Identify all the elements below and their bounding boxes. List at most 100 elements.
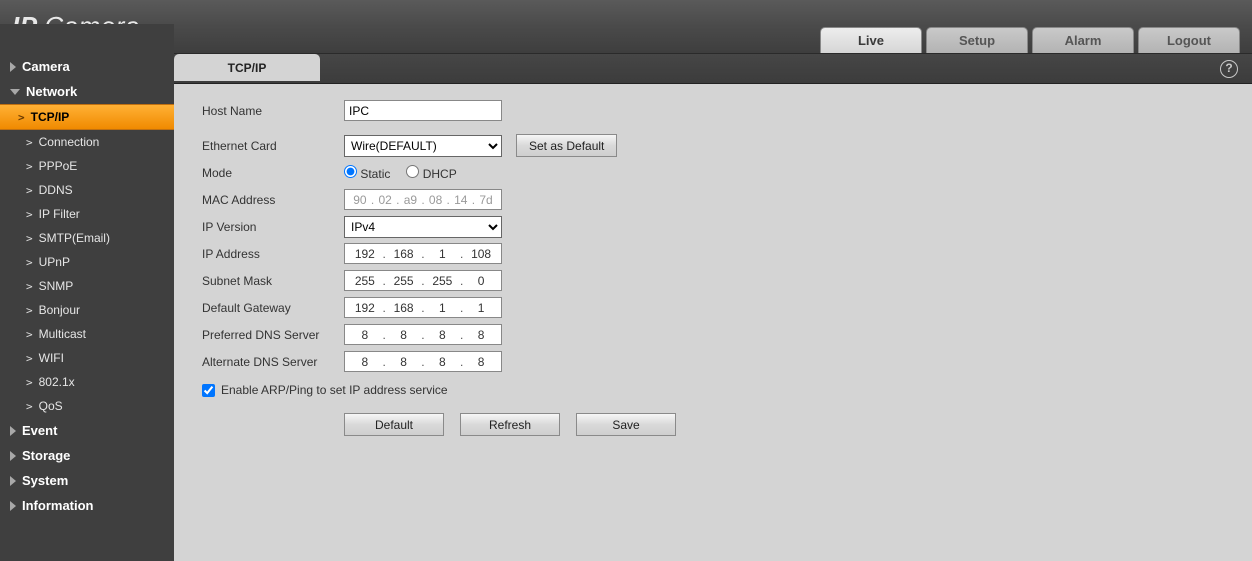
set-default-button[interactable]: Set as Default xyxy=(516,134,617,157)
ip-oct: 8 xyxy=(428,355,456,369)
mac-oct: a9 xyxy=(399,193,421,207)
nav-item-8021x[interactable]: 802.1x xyxy=(0,370,174,394)
label-ip-address: IP Address xyxy=(202,247,344,261)
header-tabs: Live Setup Alarm Logout xyxy=(820,27,1240,53)
nav-network[interactable]: Network xyxy=(0,79,174,104)
ip-oct: 8 xyxy=(467,355,495,369)
label-dns2: Alternate DNS Server xyxy=(202,355,344,369)
mode-dhcp-radio[interactable] xyxy=(406,165,419,178)
tab-alarm[interactable]: Alarm xyxy=(1032,27,1134,53)
ethernet-card-select[interactable]: Wire(DEFAULT) xyxy=(344,135,502,157)
default-button[interactable]: Default xyxy=(344,413,444,436)
gateway-field[interactable]: 192. 168. 1. 1 xyxy=(344,297,502,318)
dot: . xyxy=(383,355,386,369)
main-panel: TCP/IP Host Name Ethernet Card Wire(DEFA… xyxy=(174,84,1252,561)
chevron-right-icon xyxy=(10,426,16,436)
nav-item-label: Bonjour xyxy=(39,303,80,317)
nav-item-label: TCP/IP xyxy=(31,110,70,124)
nav-item-snmp[interactable]: SNMP xyxy=(0,274,174,298)
nav-item-label: QoS xyxy=(39,399,63,413)
nav-item-label: IP Filter xyxy=(39,207,80,221)
label-gateway: Default Gateway xyxy=(202,301,344,315)
tab-live[interactable]: Live xyxy=(820,27,922,53)
sidebar: Camera Network TCP/IP Connection PPPoE D… xyxy=(0,24,174,561)
chevron-right-icon xyxy=(10,501,16,511)
mode-dhcp-option[interactable]: DHCP xyxy=(406,165,456,181)
ip-oct: 255 xyxy=(390,274,418,288)
mac-address-field: 90. 02. a9. 08. 14. 7d xyxy=(344,189,502,210)
header-bar: IP Camera Live Setup Alarm Logout xyxy=(0,0,1252,54)
nav-storage[interactable]: Storage xyxy=(0,443,174,468)
nav-item-label: WIFI xyxy=(39,351,64,365)
nav-item-upnp[interactable]: UPnP xyxy=(0,250,174,274)
nav-event[interactable]: Event xyxy=(0,418,174,443)
nav-network-sub: TCP/IP Connection PPPoE DDNS IP Filter S… xyxy=(0,104,174,418)
mode-static-option[interactable]: Static xyxy=(344,165,390,181)
nav-item-smtp[interactable]: SMTP(Email) xyxy=(0,226,174,250)
dot: . xyxy=(460,355,463,369)
tab-setup[interactable]: Setup xyxy=(926,27,1028,53)
ip-oct: 168 xyxy=(390,301,418,315)
ip-oct: 168 xyxy=(390,247,418,261)
nav-item-pppoe[interactable]: PPPoE xyxy=(0,154,174,178)
refresh-button[interactable]: Refresh xyxy=(460,413,560,436)
nav-item-label: SMTP(Email) xyxy=(39,231,110,245)
dot: . xyxy=(460,301,463,315)
nav-information[interactable]: Information xyxy=(0,493,174,518)
ip-address-field[interactable]: 192. 168. 1. 108 xyxy=(344,243,502,264)
arp-ping-label: Enable ARP/Ping to set IP address servic… xyxy=(221,383,448,397)
dot: . xyxy=(421,274,424,288)
tab-logout[interactable]: Logout xyxy=(1138,27,1240,53)
host-name-input[interactable] xyxy=(344,100,502,121)
ip-oct: 255 xyxy=(428,274,456,288)
nav-item-wifi[interactable]: WIFI xyxy=(0,346,174,370)
nav-information-label: Information xyxy=(22,498,94,513)
ip-version-select[interactable]: IPv4 xyxy=(344,216,502,238)
mac-oct: 90 xyxy=(349,193,371,207)
mac-oct: 02 xyxy=(374,193,396,207)
ip-oct: 8 xyxy=(351,355,379,369)
nav-camera-label: Camera xyxy=(22,59,70,74)
mode-static-radio[interactable] xyxy=(344,165,357,178)
subnet-mask-field[interactable]: 255. 255. 255. 0 xyxy=(344,270,502,291)
alternate-dns-field[interactable]: 8. 8. 8. 8 xyxy=(344,351,502,372)
nav-item-ipfilter[interactable]: IP Filter xyxy=(0,202,174,226)
label-mode: Mode xyxy=(202,166,344,180)
nav-item-tcpip[interactable]: TCP/IP xyxy=(0,104,174,130)
ip-oct: 8 xyxy=(390,355,418,369)
ip-oct: 1 xyxy=(428,301,456,315)
dot: . xyxy=(383,301,386,315)
save-button[interactable]: Save xyxy=(576,413,676,436)
ip-oct: 1 xyxy=(467,301,495,315)
label-dns1: Preferred DNS Server xyxy=(202,328,344,342)
nav-item-label: 802.1x xyxy=(39,375,75,389)
arp-ping-checkbox[interactable] xyxy=(202,384,215,397)
dot: . xyxy=(460,328,463,342)
ip-oct: 0 xyxy=(467,274,495,288)
nav-system[interactable]: System xyxy=(0,468,174,493)
nav-item-multicast[interactable]: Multicast xyxy=(0,322,174,346)
nav-item-label: UPnP xyxy=(39,255,70,269)
nav-item-qos[interactable]: QoS xyxy=(0,394,174,418)
nav-item-ddns[interactable]: DDNS xyxy=(0,178,174,202)
mac-oct: 08 xyxy=(425,193,447,207)
page-tab-tcpip[interactable]: TCP/IP xyxy=(174,54,320,81)
mac-oct: 14 xyxy=(450,193,472,207)
nav-camera[interactable]: Camera xyxy=(0,54,174,79)
nav-storage-label: Storage xyxy=(22,448,70,463)
mode-dhcp-label: DHCP xyxy=(423,167,457,181)
ip-oct: 8 xyxy=(467,328,495,342)
ip-oct: 192 xyxy=(351,301,379,315)
preferred-dns-field[interactable]: 8. 8. 8. 8 xyxy=(344,324,502,345)
dot: . xyxy=(421,355,424,369)
nav-item-label: PPPoE xyxy=(39,159,78,173)
nav-item-bonjour[interactable]: Bonjour xyxy=(0,298,174,322)
dot: . xyxy=(421,247,424,261)
chevron-down-icon xyxy=(10,89,20,95)
nav-item-connection[interactable]: Connection xyxy=(0,130,174,154)
label-host-name: Host Name xyxy=(202,104,344,118)
label-mac: MAC Address xyxy=(202,193,344,207)
dot: . xyxy=(421,301,424,315)
ip-oct: 8 xyxy=(428,328,456,342)
nav-item-label: Multicast xyxy=(39,327,86,341)
